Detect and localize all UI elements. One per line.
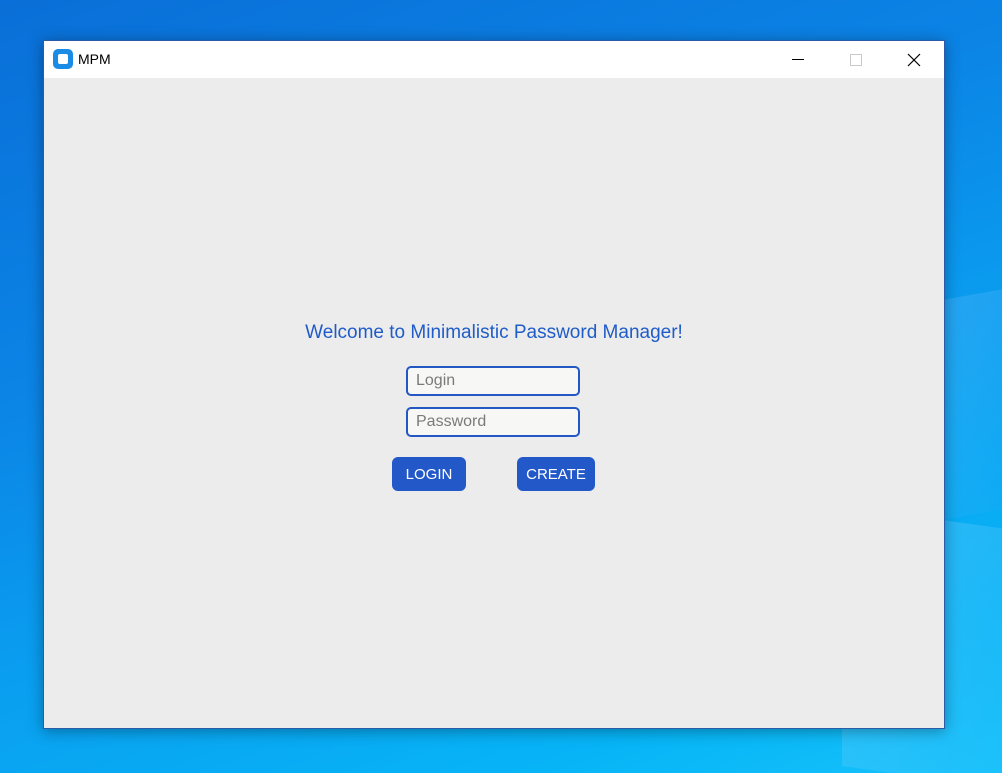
welcome-heading: Welcome to Minimalistic Password Manager…: [305, 322, 683, 343]
app-icon: [53, 49, 73, 69]
minimize-button[interactable]: [769, 41, 827, 78]
close-icon: [907, 53, 921, 67]
window-title: MPM: [78, 51, 111, 67]
password-input[interactable]: [406, 407, 580, 437]
create-button[interactable]: CREATE: [517, 457, 595, 491]
login-panel: Welcome to Minimalistic Password Manager…: [44, 78, 944, 728]
app-window: MPM Welcome to Minimalistic Password Man…: [43, 40, 945, 729]
login-input[interactable]: [406, 366, 580, 396]
title-bar[interactable]: MPM: [44, 41, 944, 78]
desktop-background: MPM Welcome to Minimalistic Password Man…: [0, 0, 1002, 773]
login-button[interactable]: LOGIN: [392, 457, 466, 491]
maximize-button[interactable]: [827, 41, 885, 78]
close-button[interactable]: [885, 41, 943, 78]
